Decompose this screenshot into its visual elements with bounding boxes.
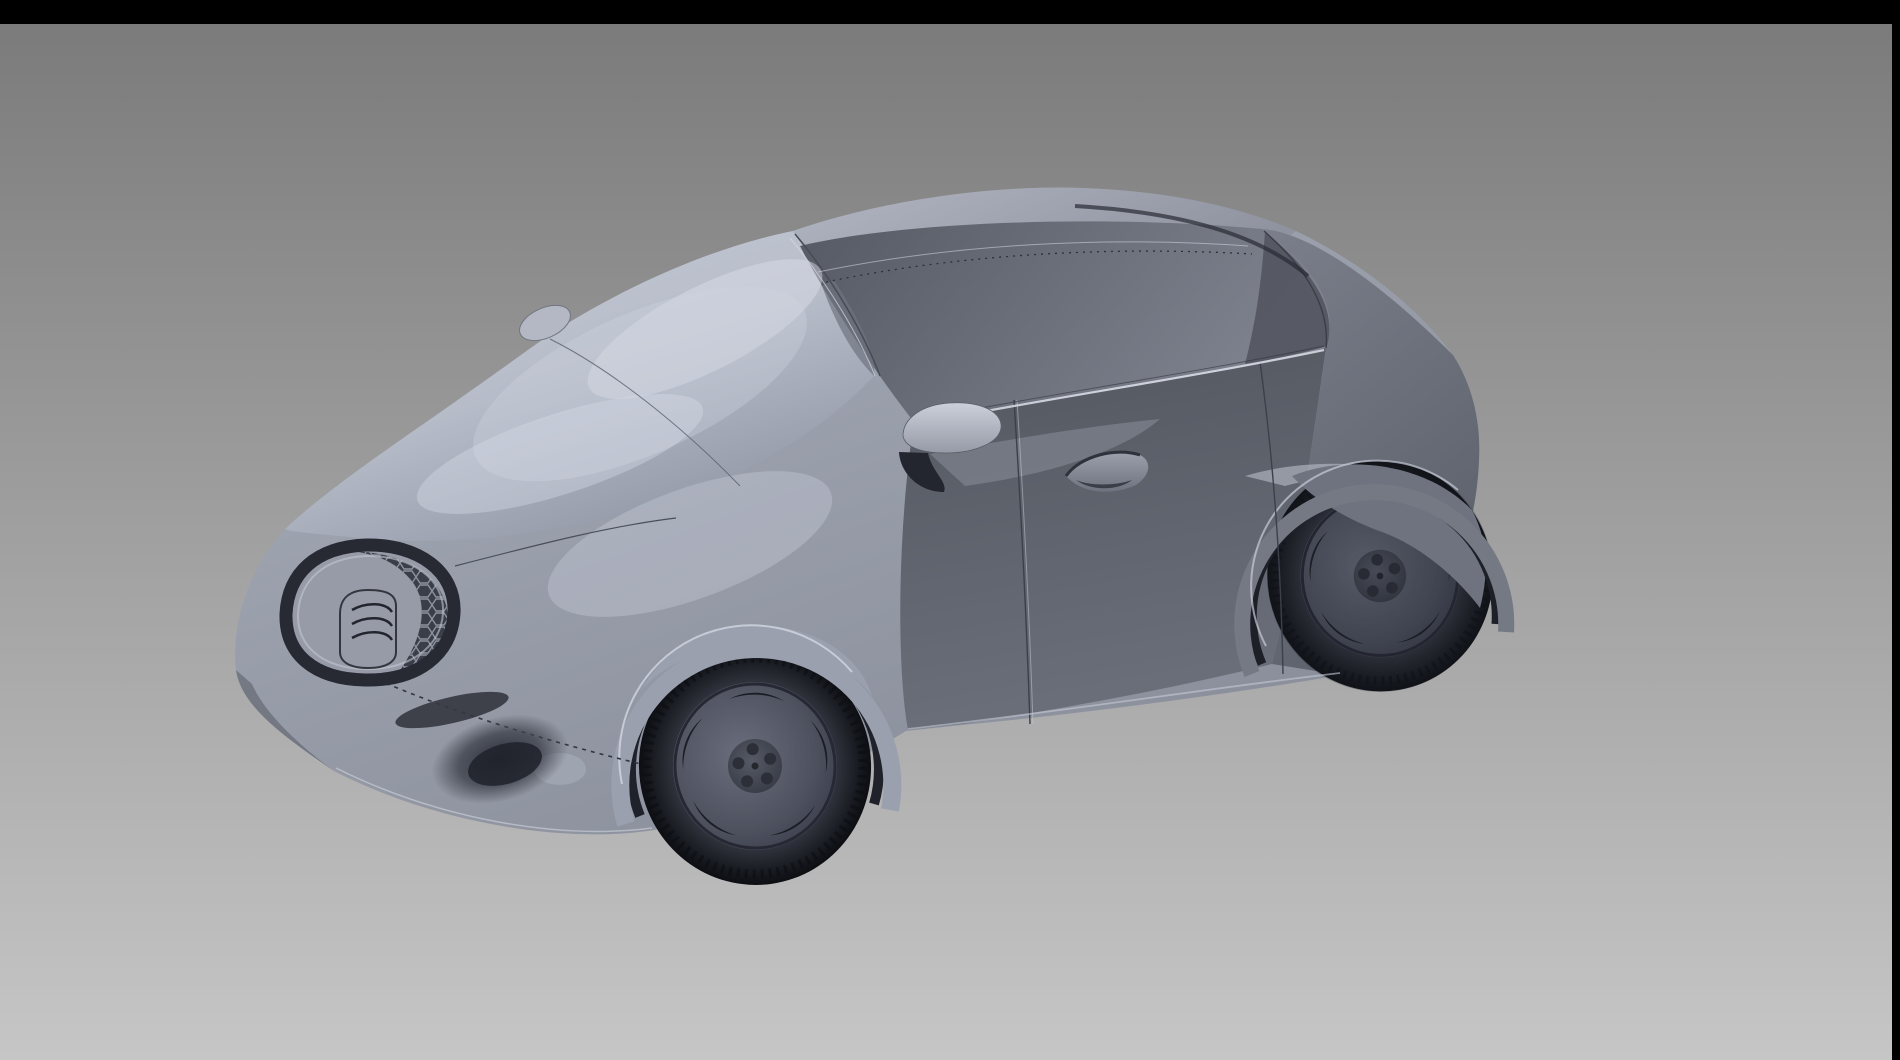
app-window (0, 0, 1900, 1060)
render-scene (0, 24, 1900, 1060)
right-letterbox-strip (1892, 0, 1900, 1060)
3d-viewport[interactable] (0, 24, 1892, 1060)
top-letterbox-bar (0, 0, 1900, 24)
car-model[interactable] (235, 188, 1511, 900)
front-grille[interactable] (286, 545, 454, 680)
